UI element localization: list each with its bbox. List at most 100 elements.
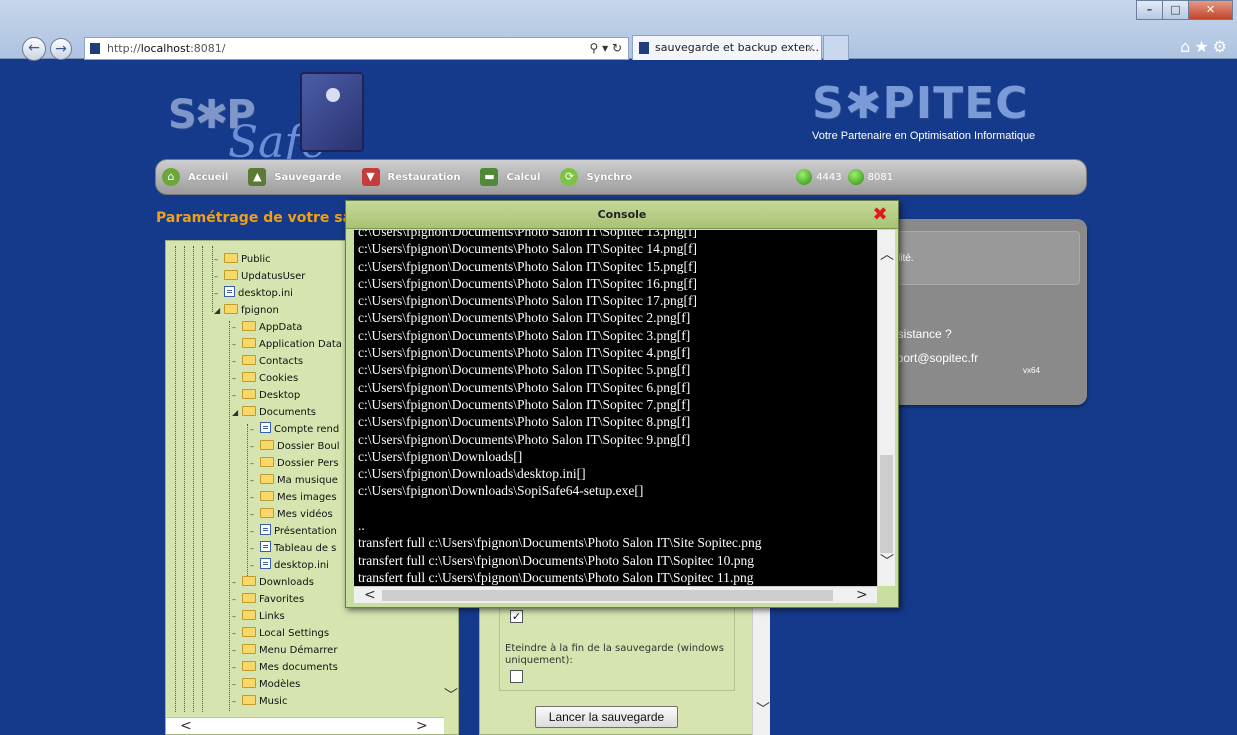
tree-item[interactable]: – Mes documents <box>232 659 338 676</box>
tree-item[interactable]: – Local Settings <box>232 625 329 642</box>
tree-horizontal-scrollbar[interactable]: < > <box>166 717 444 734</box>
close-icon[interactable]: ✖ <box>871 206 889 224</box>
tree-item[interactable]: – UpdatusUser <box>214 268 305 285</box>
scroll-down-icon[interactable]: ﹀ <box>756 703 770 717</box>
search-refresh-icon[interactable]: ⚲ ▾ ↻ <box>590 38 623 59</box>
folder-icon <box>242 644 256 654</box>
back-button[interactable]: ← <box>22 37 46 61</box>
options-vertical-scrollbar[interactable]: ﹀ <box>752 590 770 735</box>
tree-item[interactable]: – Mes vidéos <box>250 506 333 523</box>
port-status-4443: 4443 <box>796 169 842 185</box>
tree-item[interactable]: – Tableau de s <box>250 540 336 557</box>
tree-item[interactable]: ◢ Documents <box>232 404 316 421</box>
sopitec-brand: S✱PITEC <box>812 78 1029 129</box>
console-line: c:\Users\fpignon\Documents\Photo Salon I… <box>358 241 697 257</box>
sopisafe-logo: S✱P Safe <box>168 72 368 168</box>
start-backup-button[interactable]: Lancer la sauvegarde <box>535 706 678 728</box>
tree-item[interactable]: – Modèles <box>232 676 300 693</box>
console-line: c:\Users\fpignon\Documents\Photo Salon I… <box>358 327 691 343</box>
console-line: c:\Users\fpignon\Documents\Photo Salon I… <box>358 396 691 412</box>
tree-item[interactable]: – Desktop <box>232 387 300 404</box>
console-lines: c:\Users\fpignon\Documents\Photo Salon I… <box>358 230 761 586</box>
scrollbar-thumb[interactable] <box>382 590 833 601</box>
tree-item[interactable]: – Menu Démarrer <box>232 642 337 659</box>
scroll-right-icon[interactable]: > <box>856 588 868 602</box>
scrollbar-thumb[interactable] <box>880 455 893 553</box>
tree-item[interactable]: – Downloads <box>232 574 314 591</box>
shutdown-label: Eteindre à la fin de la sauvegarde (wind… <box>505 643 724 666</box>
file-icon <box>260 524 271 535</box>
menu-item-accueil[interactable]: ⌂ Accueil <box>162 168 228 186</box>
minimize-button[interactable]: – <box>1136 0 1163 20</box>
scroll-down-icon[interactable]: ﹀ <box>880 555 894 569</box>
address-bar[interactable]: http://localhost:8081/ ⚲ ▾ ↻ <box>84 37 629 60</box>
file-icon <box>260 541 271 552</box>
close-window-button[interactable]: ✕ <box>1188 0 1233 20</box>
tree-item[interactable]: – Public <box>214 251 271 268</box>
tree-item[interactable]: – Application Data <box>232 336 342 353</box>
maximize-button[interactable]: □ <box>1162 0 1189 20</box>
tree-item[interactable]: – Cookies <box>232 370 298 387</box>
folder-icon <box>242 695 256 705</box>
folder-open-icon <box>242 406 256 416</box>
page-title: Paramétrage de votre sa <box>156 210 353 226</box>
port-label: 8081 <box>867 171 894 183</box>
tree-item[interactable]: – Compte rend <box>250 421 339 438</box>
console-line: c:\Users\fpignon\Documents\Photo Salon I… <box>358 310 691 326</box>
tree-item[interactable]: – Favorites <box>232 591 304 608</box>
tree-item[interactable]: – Présentation <box>250 523 337 540</box>
console-output: c:\Users\fpignon\Documents\Photo Salon I… <box>354 230 877 586</box>
scroll-left-icon[interactable]: < <box>364 588 376 602</box>
tree-item[interactable]: – Music <box>232 693 287 710</box>
scroll-up-icon[interactable]: ︿ <box>880 248 894 262</box>
menu-item-restauration[interactable]: ▼ Restauration <box>361 168 460 186</box>
forward-button[interactable]: → <box>50 38 72 60</box>
menu-item-label: Calcul <box>506 171 541 183</box>
folder-icon <box>242 321 256 331</box>
menu-item-calcul[interactable]: ▬ Calcul <box>480 168 540 186</box>
console-vertical-scrollbar[interactable]: ︿ ﹀ <box>877 230 895 586</box>
port-label: 4443 <box>816 171 842 183</box>
tree-item[interactable]: – AppData <box>232 319 302 336</box>
tree-item[interactable]: – desktop.ini <box>214 285 293 302</box>
tree-item[interactable]: – Mes images <box>250 489 337 506</box>
tab-close-icon[interactable]: × <box>806 36 815 60</box>
info-notice-text: lité. <box>898 253 914 264</box>
console-horizontal-scrollbar[interactable]: < > <box>354 586 877 603</box>
tree-item[interactable]: – desktop.ini <box>250 557 329 574</box>
sync-icon: ⟳ <box>560 168 579 186</box>
console-line: c:\Users\fpignon\Documents\Photo Salon I… <box>358 362 691 378</box>
folder-icon <box>242 661 256 671</box>
menu-item-label: Accueil <box>188 171 229 183</box>
tab-sauvegarde[interactable]: sauvegarde et backup exter... × <box>632 35 822 60</box>
support-email[interactable]: pport@sopitec.fr <box>890 351 978 365</box>
folder-icon <box>242 576 256 586</box>
safe-icon <box>300 72 364 152</box>
option-checkbox[interactable]: ✓ <box>510 610 523 623</box>
scroll-down-icon[interactable]: ﹀ <box>444 689 458 703</box>
menu-item-synchro[interactable]: ⟳ Synchro <box>560 168 632 186</box>
tree-item[interactable]: – Links <box>232 608 285 625</box>
menu-item-sauvegarde[interactable]: ▲ Sauvegarde <box>248 168 342 186</box>
tree-item[interactable]: – Contacts <box>232 353 303 370</box>
new-tab-button[interactable] <box>823 35 849 60</box>
scroll-left-icon[interactable]: < <box>180 719 192 733</box>
home-icon: ⌂ <box>162 168 180 186</box>
tree-item[interactable]: – Ma musique <box>250 472 338 489</box>
file-icon <box>224 286 235 297</box>
folder-icon <box>242 678 256 688</box>
calculator-icon: ▬ <box>480 168 499 186</box>
tree-item[interactable]: – Dossier Boul <box>250 438 340 455</box>
tree-item[interactable]: – Dossier Pers <box>250 455 339 472</box>
console-titlebar[interactable]: Console ✖ <box>346 201 898 229</box>
scroll-right-icon[interactable]: > <box>416 719 428 733</box>
file-icon <box>260 422 271 433</box>
console-line: c:\Users\fpignon\Documents\Photo Salon I… <box>358 379 691 395</box>
menu-item-label: Sauvegarde <box>274 171 342 183</box>
toolbar-icons[interactable]: ⌂★⚙ <box>1180 37 1231 56</box>
tree-item[interactable]: ◢ fpignon <box>214 302 279 319</box>
folder-icon <box>260 474 274 484</box>
shutdown-checkbox[interactable] <box>510 670 523 683</box>
console-line: .. <box>358 518 365 534</box>
file-icon <box>260 558 271 569</box>
